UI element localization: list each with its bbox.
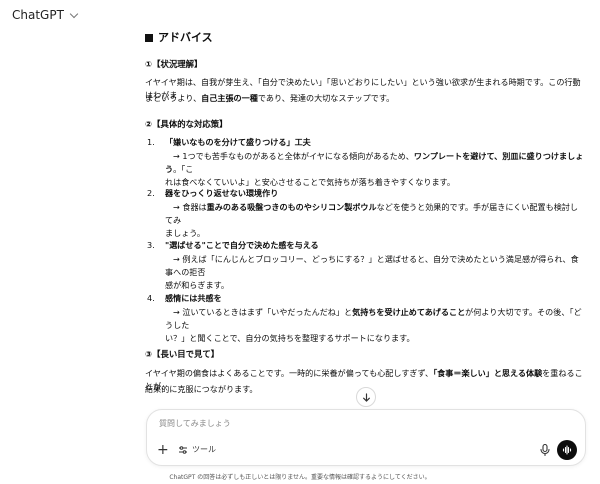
- square-bullet-icon: [145, 33, 153, 42]
- model-selector[interactable]: ChatGPT: [12, 8, 79, 22]
- voice-mode-button[interactable]: [557, 440, 577, 460]
- waveform-icon: [562, 445, 572, 455]
- top-bar: ChatGPT: [0, 0, 600, 30]
- message-composer: + ツール: [146, 409, 586, 466]
- list-item-title: "選ばせる"ことで自分で決めた感を与える: [165, 240, 319, 250]
- chevron-down-icon: [69, 9, 79, 18]
- list-item-title: 「嫌いなものを分けて盛りつける」工夫: [165, 137, 311, 147]
- tools-label: ツール: [192, 445, 216, 454]
- advice-heading: アドバイス: [145, 31, 213, 45]
- list-item-body: → 1つでも苦手なものがあると全体がイヤになる傾向があるため、ワンプレートを避け…: [165, 151, 584, 187]
- prompt-input[interactable]: [159, 419, 539, 428]
- section-1-title: ①【状況理解】: [145, 59, 203, 69]
- list-item-body: → 食器は重みのある吸盤つきのものやシリコン製ボウルなどを使うと効果的です。手が…: [165, 202, 578, 238]
- list-item-body: → 泣いているときはまず「いやだったんだね」と気持ちを受け止めてあげることが何よ…: [165, 307, 582, 343]
- scroll-to-bottom-button[interactable]: [356, 387, 376, 407]
- disclaimer-text: ChatGPT の回答は必ずしも正しいとは限りません。重要な情報は確認するように…: [169, 474, 431, 481]
- section-2-title: ②【具体的な対応策】: [145, 119, 228, 129]
- app-title: ChatGPT: [12, 8, 64, 22]
- list-item-title: 器をひっくり返せない環境作り: [165, 188, 279, 198]
- section-3-title: ③【長い目で見て】: [145, 349, 220, 359]
- list-item-body: → 例えば「にんじんとブロッコリー、どっちにする？」と選ばせると、自分で決めたと…: [165, 254, 579, 290]
- add-attachment-button[interactable]: +: [157, 443, 169, 457]
- sliders-icon: [179, 445, 187, 454]
- arrow-down-icon: [362, 392, 370, 402]
- section-1-line-2: まというより、自己主張の一種であり、発達の大切なステップです。: [145, 93, 395, 103]
- microphone-icon[interactable]: [538, 443, 552, 457]
- tools-button[interactable]: ツール: [178, 444, 216, 455]
- list-item-title: 感情には共感を: [165, 293, 222, 303]
